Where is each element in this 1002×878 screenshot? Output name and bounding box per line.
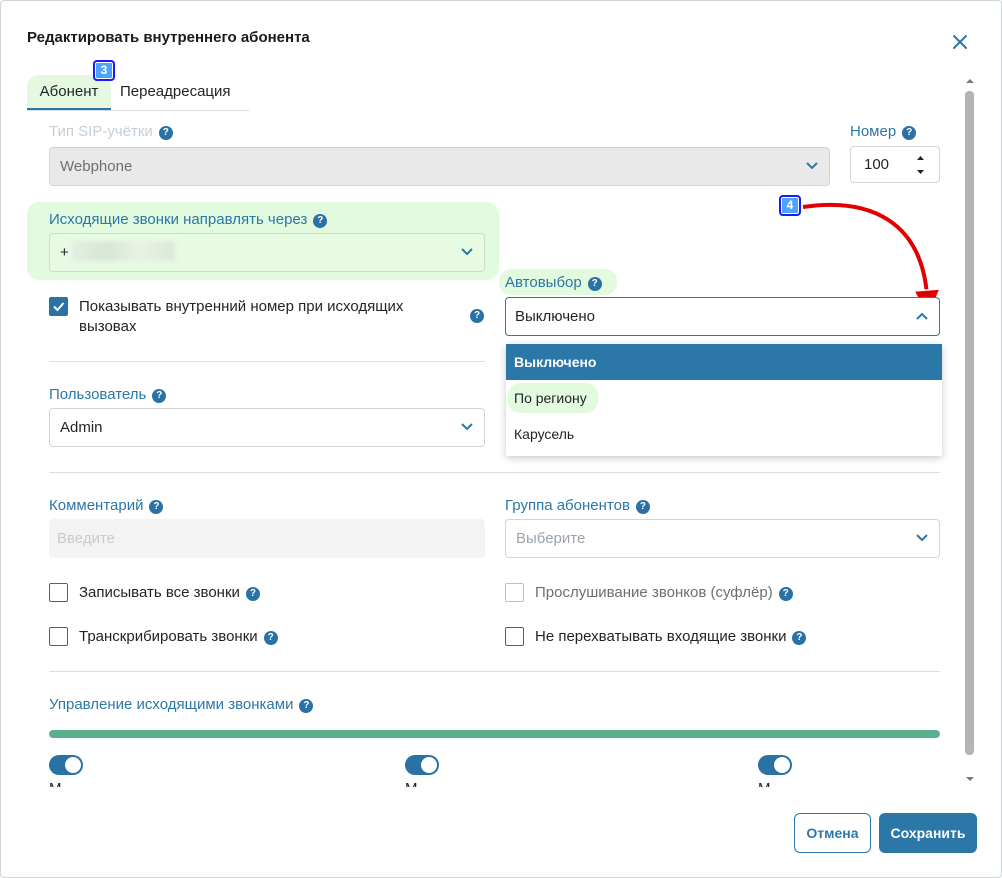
- toggle-label: М: [758, 780, 771, 787]
- scrollbar-thumb[interactable]: [965, 91, 974, 755]
- outgoing-toggle-3[interactable]: [758, 755, 792, 775]
- chevron-down-icon: [461, 248, 473, 256]
- chevron-down-icon: [806, 162, 818, 170]
- help-icon[interactable]: ?: [587, 277, 602, 291]
- outgoing-toggle-2[interactable]: [405, 755, 439, 775]
- annotation-badge-4: 4: [779, 195, 801, 216]
- outgoing-mgmt-label: Управление исходящими звонками?: [49, 696, 314, 713]
- edit-subscriber-dialog: Редактировать внутреннего абонента Абоне…: [0, 0, 1002, 878]
- redacted-phone: [70, 241, 175, 261]
- divider: [49, 361, 485, 362]
- record-all-label: Записывать все звонки?: [79, 583, 260, 603]
- divider: [49, 472, 940, 473]
- help-icon[interactable]: ?: [313, 214, 328, 228]
- comment-input[interactable]: Введите: [49, 519, 485, 558]
- help-icon[interactable]: ?: [902, 126, 917, 140]
- help-icon[interactable]: ?: [635, 500, 650, 514]
- autoselect-select[interactable]: Выключено: [505, 297, 940, 336]
- listen-label: Прослушивание звонков (суфлёр)?: [535, 583, 793, 603]
- no-intercept-checkbox[interactable]: [505, 627, 524, 646]
- help-icon[interactable]: ?: [149, 500, 164, 514]
- divider: [49, 671, 940, 672]
- scroll-down-icon[interactable]: [965, 775, 975, 783]
- help-icon[interactable]: ?: [245, 587, 260, 601]
- outgoing-label: Исходящие звонки направлять через?: [49, 211, 328, 228]
- sip-type-select: Webphone: [49, 147, 830, 186]
- toggle-label: М: [49, 780, 62, 787]
- annotation-badge-3: 3: [93, 60, 115, 81]
- show-internal-label: Показывать внутренний номер при исходящи…: [79, 298, 404, 335]
- outgoing-progress-bar: [49, 730, 940, 738]
- show-internal-checkbox[interactable]: [49, 297, 68, 316]
- chevron-up-icon: [916, 312, 928, 320]
- transcribe-label: Транскрибировать звонки?: [79, 627, 278, 647]
- help-icon[interactable]: ?: [299, 699, 314, 713]
- chevron-down-icon: [461, 423, 473, 431]
- listen-checkbox[interactable]: [505, 583, 524, 602]
- group-label: Группа абонентов?: [505, 497, 650, 514]
- scroll-up-icon[interactable]: [965, 77, 975, 85]
- tab-forwarding[interactable]: Переадресация: [120, 75, 231, 110]
- user-label: Пользователь?: [49, 386, 167, 403]
- help-icon[interactable]: ?: [792, 631, 807, 645]
- help-icon[interactable]: ?: [263, 631, 278, 645]
- number-label: Номер?: [850, 123, 917, 140]
- tab-bar: Абонент Переадресация: [27, 75, 249, 111]
- outgoing-select[interactable]: +: [49, 233, 485, 272]
- help-icon[interactable]: ?: [158, 126, 173, 140]
- record-all-checkbox[interactable]: [49, 583, 68, 602]
- help-icon[interactable]: ?: [470, 309, 484, 323]
- group-select[interactable]: Выберите: [505, 519, 940, 558]
- chevron-down-icon: [916, 534, 928, 542]
- toggle-knob: [65, 757, 81, 773]
- option-off[interactable]: Выключено: [506, 344, 942, 380]
- progress-fill: [49, 730, 940, 738]
- toggle-knob: [774, 757, 790, 773]
- close-icon[interactable]: [949, 31, 971, 53]
- cancel-button[interactable]: Отмена: [794, 813, 871, 853]
- help-icon[interactable]: ?: [778, 587, 793, 601]
- clipped-toggle-labels: М М М: [41, 777, 961, 787]
- check-icon: [53, 302, 65, 312]
- option-carousel[interactable]: Карусель: [506, 416, 942, 452]
- stepper-arrows-icon[interactable]: [916, 153, 925, 177]
- toggle-label: М: [405, 780, 418, 787]
- number-stepper[interactable]: 100: [850, 146, 940, 183]
- dialog-title: Редактировать внутреннего абонента: [27, 29, 310, 46]
- help-icon[interactable]: ?: [152, 389, 167, 403]
- outgoing-toggle-1[interactable]: [49, 755, 83, 775]
- autoselect-label: Автовыбор?: [505, 274, 602, 291]
- autoselect-dropdown: Выключено По региону Карусель: [506, 344, 942, 456]
- comment-label: Комментарий?: [49, 497, 164, 514]
- toggle-knob: [421, 757, 437, 773]
- user-select[interactable]: Admin: [49, 408, 485, 447]
- sip-type-label: Тип SIP-учётки?: [49, 123, 173, 140]
- scrollbar[interactable]: [964, 75, 976, 787]
- save-button[interactable]: Сохранить: [879, 813, 977, 853]
- no-intercept-label: Не перехватывать входящие звонки?: [535, 627, 807, 647]
- option-by-region[interactable]: По региону: [506, 380, 942, 416]
- transcribe-checkbox[interactable]: [49, 627, 68, 646]
